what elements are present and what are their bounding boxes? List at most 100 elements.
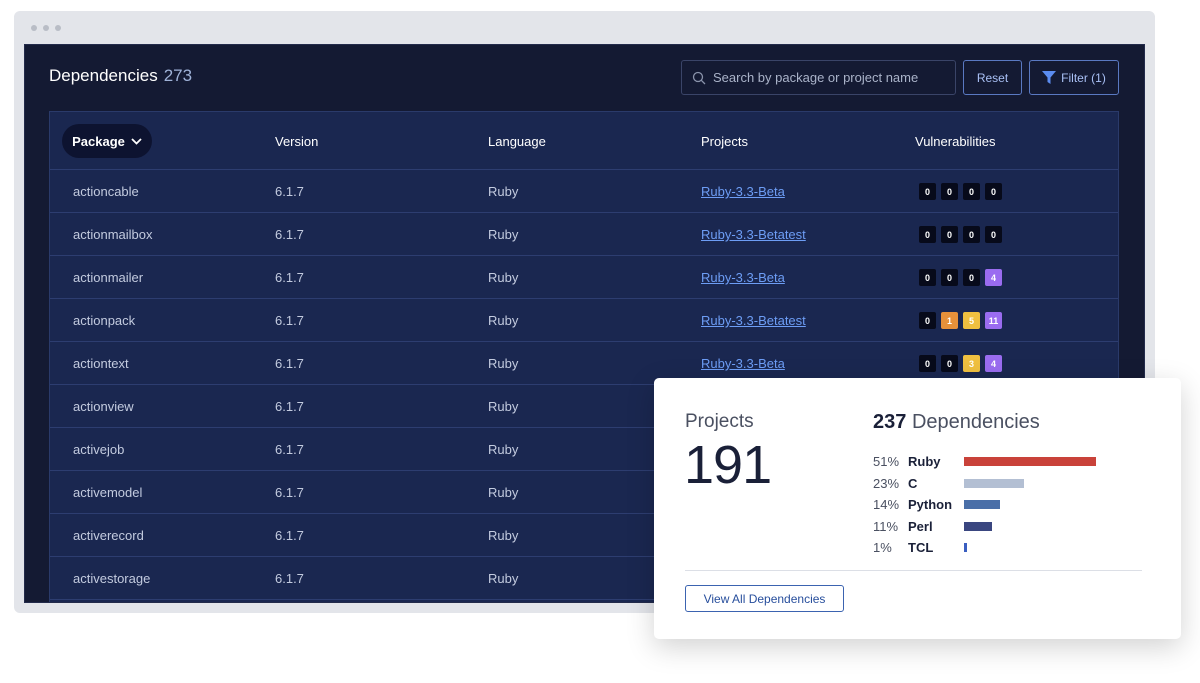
dependency-count: 273: [163, 66, 193, 85]
language-percent: 51%: [873, 454, 900, 470]
language-row: 1% TCL: [873, 537, 1096, 559]
divider: [685, 570, 1142, 571]
project-link[interactable]: Ruby-3.3-Betatest: [701, 313, 806, 328]
window-dot[interactable]: [43, 25, 49, 31]
vulnerability-badge-high[interactable]: 0: [941, 183, 958, 200]
sort-package-button[interactable]: Package: [62, 124, 152, 158]
vulnerability-badges: 0 1 5 11: [919, 312, 1002, 329]
package-version: 6.1.7: [275, 528, 304, 543]
package-name: activestorage: [73, 571, 151, 586]
vulnerability-badge-high[interactable]: 1: [941, 312, 958, 329]
vulnerability-badge-critical[interactable]: 0: [919, 355, 936, 372]
package-name: actiontext: [73, 356, 129, 371]
language-row: 23% C: [873, 473, 1096, 495]
page-title: Dependencies 273: [49, 66, 192, 86]
vulnerability-badge-medium[interactable]: 0: [963, 183, 980, 200]
package-name: actionmailer: [73, 270, 144, 285]
vulnerability-badge-low[interactable]: 11: [985, 312, 1002, 329]
vulnerability-badges: 0000: [919, 226, 1002, 243]
column-header-projects[interactable]: Projects: [701, 134, 748, 149]
package-language: Ruby: [488, 270, 519, 285]
vulnerability-badge-critical[interactable]: 0: [919, 269, 936, 286]
reset-button[interactable]: Reset: [963, 60, 1022, 95]
package-name: actionpack: [73, 313, 136, 328]
package-name: activemodel: [73, 485, 143, 500]
vulnerability-badge-critical[interactable]: 0: [919, 183, 936, 200]
vulnerability-badge-high[interactable]: 0: [941, 355, 958, 372]
package-version: 6.1.7: [275, 270, 304, 285]
package-version: 6.1.7: [275, 485, 304, 500]
vulnerability-badge-high[interactable]: 0: [941, 226, 958, 243]
column-header-vulnerabilities[interactable]: Vulnerabilities: [915, 134, 995, 149]
window-dot[interactable]: [55, 25, 61, 31]
language-percent: 1%: [873, 540, 892, 556]
vulnerability-badge-medium[interactable]: 3: [963, 355, 980, 372]
package-language: Ruby: [488, 399, 519, 414]
dependencies-summary-title: 237 Dependencies: [873, 411, 1040, 434]
package-language: Ruby: [488, 227, 519, 242]
language-name: Python: [908, 497, 953, 513]
vulnerability-badge-low[interactable]: 4: [985, 269, 1002, 286]
filter-button-label: Filter (1): [1061, 70, 1106, 85]
chevron-down-icon: [131, 137, 142, 145]
page-header: Dependencies 273 Reset Filter (1): [25, 45, 1144, 109]
language-percent: 14%: [873, 497, 900, 513]
language-row: 51% Ruby: [873, 451, 1096, 473]
project-link[interactable]: Ruby-3.3-Beta: [701, 356, 785, 371]
language-name: Perl: [908, 518, 933, 534]
package-language: Ruby: [488, 571, 519, 586]
vulnerability-badge-high[interactable]: 0: [941, 269, 958, 286]
package-name: actionmailbox: [73, 227, 153, 242]
page-title-text: Dependencies: [49, 66, 158, 85]
package-version: 6.1.7: [275, 184, 304, 199]
view-all-dependencies-button[interactable]: View All Dependencies: [685, 585, 844, 612]
filter-button[interactable]: Filter (1): [1029, 60, 1119, 95]
table-row[interactable]: actioncable 6.1.7 Ruby Ruby-3.3-Beta 0 0 0 0: [50, 170, 1118, 213]
project-link[interactable]: Ruby-3.3-Beta: [701, 270, 785, 285]
package-name: activejob: [73, 442, 125, 457]
column-header-language[interactable]: Language: [488, 134, 546, 149]
vulnerability-badges: 0034: [919, 355, 1002, 372]
package-language: Ruby: [488, 313, 519, 328]
filter-icon: [1042, 71, 1057, 84]
project-link[interactable]: Ruby-3.3-Betatest: [701, 227, 806, 242]
vulnerability-badge-medium[interactable]: 0: [963, 269, 980, 286]
package-name: actioncable: [73, 184, 139, 199]
summary-dependency-label: Dependencies: [911, 411, 1040, 433]
language-share-bar: [964, 478, 1024, 488]
package-name: actionview: [73, 399, 134, 414]
vulnerability-badge-low[interactable]: 0: [985, 226, 1002, 243]
table-row[interactable]: actionmailbox 6.1.7 Ruby Ruby-3.3-Betatest 0…: [50, 213, 1118, 256]
vulnerability-badge-critical[interactable]: 0: [919, 226, 936, 243]
package-language: Ruby: [488, 442, 519, 457]
language-share-bar: [964, 457, 1096, 467]
language-breakdown: 51% Ruby 23% C 14% Python 11% Perl 1% TCL: [873, 451, 1096, 559]
vulnerability-badge-low[interactable]: 4: [985, 355, 1002, 372]
projects-label: Projects: [685, 411, 754, 432]
language-name: C: [908, 475, 918, 491]
search-box[interactable]: [681, 60, 956, 95]
package-language: Ruby: [488, 485, 519, 500]
table-row[interactable]: actionmailer 6.1.7 Ruby Ruby-3.3-Beta 0 0 0 4: [50, 256, 1118, 299]
language-percent: 23%: [873, 475, 900, 491]
column-header-package: Package: [72, 133, 125, 149]
vulnerability-badge-medium[interactable]: 0: [963, 226, 980, 243]
vulnerability-badge-critical[interactable]: 0: [919, 312, 936, 329]
package-version: 6.1.7: [275, 227, 304, 242]
summary-dependency-count: 237: [873, 411, 907, 433]
package-language: Ruby: [488, 184, 519, 199]
language-share-bar: [964, 543, 967, 553]
search-icon: [692, 71, 706, 84]
search-input[interactable]: [713, 70, 943, 85]
project-link[interactable]: Ruby-3.3-Beta: [701, 184, 785, 199]
vulnerability-badge-low[interactable]: 0: [985, 183, 1002, 200]
window-dot[interactable]: [31, 25, 37, 31]
vulnerability-badge-medium[interactable]: 5: [963, 312, 980, 329]
package-version: 6.1.7: [275, 399, 304, 414]
column-header-version[interactable]: Version: [275, 134, 318, 149]
projects-count: 191: [684, 435, 772, 495]
table-row[interactable]: actionpack 6.1.7 Ruby Ruby-3.3-Betatest 0 1 5 1…: [50, 299, 1118, 342]
window-controls: [31, 25, 61, 31]
language-name: Ruby: [908, 454, 941, 470]
package-version: 6.1.7: [275, 356, 304, 371]
